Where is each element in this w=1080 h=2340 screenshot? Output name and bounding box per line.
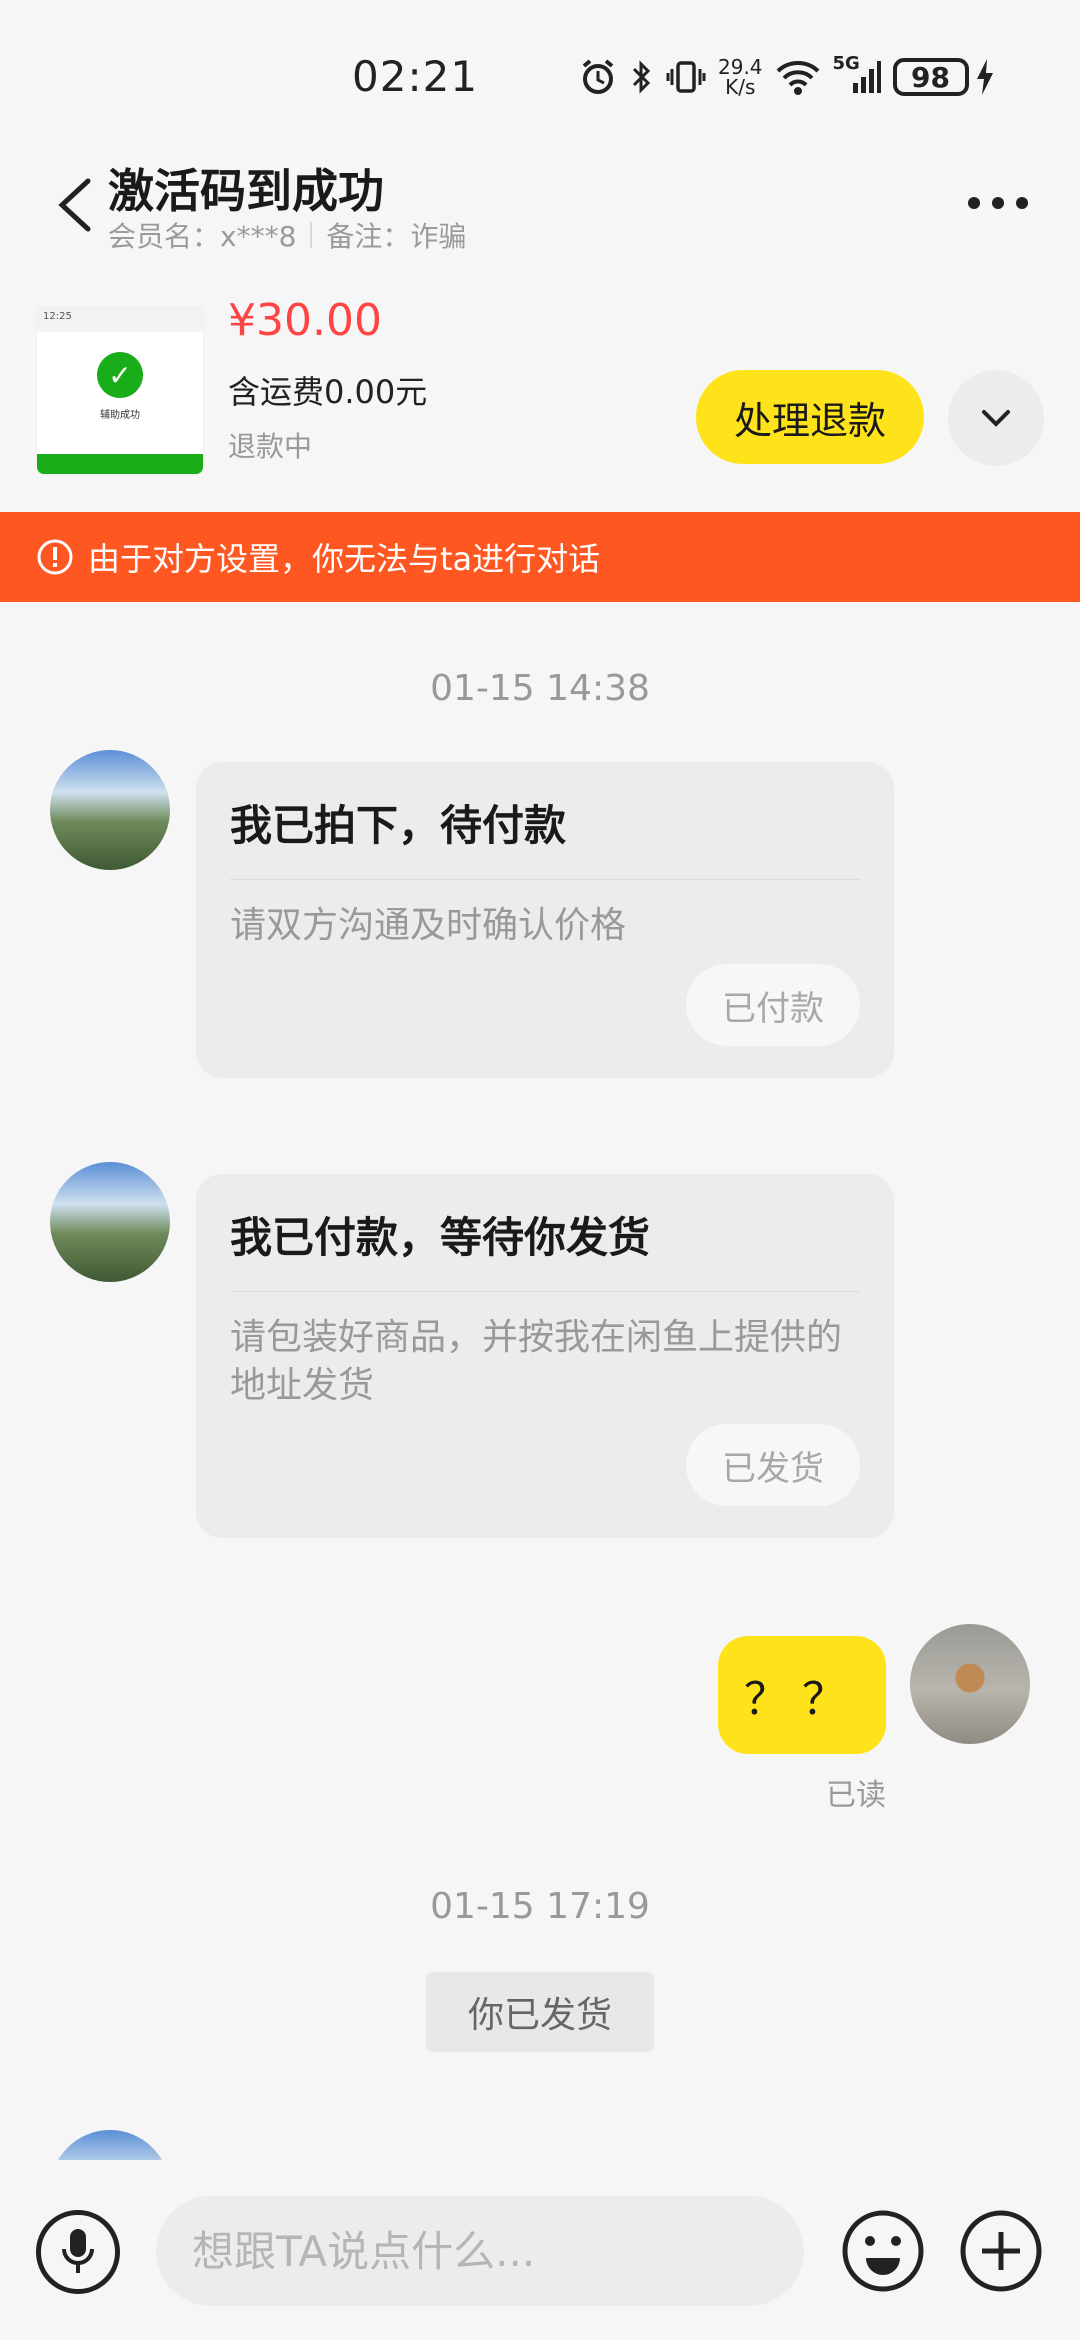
- charging-icon: [975, 57, 995, 97]
- emoji-button[interactable]: [840, 2208, 926, 2294]
- dot-icon: [968, 197, 980, 209]
- expand-button[interactable]: [948, 370, 1044, 466]
- dot-icon: [1016, 197, 1028, 209]
- check-icon: ✓: [97, 352, 143, 398]
- signal-label: 5G: [832, 53, 860, 74]
- battery-indicator: 98: [892, 58, 969, 96]
- system-message: 你已发货: [426, 1972, 654, 2052]
- product-summary: 12:25 ✓ 辅助成功 ¥30.00 含运费0.00元 退款中 处理退款: [0, 295, 1080, 495]
- emoji-icon: [842, 2210, 924, 2292]
- thumbnail-text: 辅助成功: [100, 410, 140, 421]
- avatar[interactable]: [50, 750, 170, 870]
- status-icons: 29.4 K/s 5G 98: [578, 52, 1007, 102]
- voice-button[interactable]: [36, 2210, 120, 2294]
- warning-icon: [37, 539, 73, 575]
- product-thumbnail[interactable]: 12:25 ✓ 辅助成功: [36, 307, 204, 475]
- status-time: 02:21: [352, 52, 479, 101]
- microphone-icon: [62, 2229, 94, 2273]
- chat-title: 激活码到成功: [108, 164, 384, 218]
- note-label: 备注：诈骗: [326, 220, 467, 253]
- read-status: 已读: [826, 1778, 886, 1813]
- message-input[interactable]: [156, 2196, 804, 2306]
- product-price: ¥30.00: [228, 295, 382, 346]
- thumbnail-top-bar: 12:25: [37, 308, 203, 332]
- member-name: 会员名：x***8: [108, 220, 297, 253]
- input-bar: [0, 2160, 1080, 2340]
- avatar[interactable]: [50, 1162, 170, 1282]
- chat-header: 激活码到成功 会员名：x***8 备注：诈骗: [0, 145, 1080, 265]
- avatar[interactable]: [910, 1624, 1030, 1744]
- add-button[interactable]: [958, 2208, 1044, 2294]
- card-divider: [230, 1291, 860, 1292]
- handle-refund-button[interactable]: 处理退款: [696, 370, 924, 464]
- net-speed-unit: K/s: [725, 75, 756, 99]
- warning-banner: 由于对方设置，你无法与ta进行对话: [0, 512, 1080, 602]
- thumbnail-bottom-bar: [37, 454, 203, 474]
- card-title: 我已拍下，待付款: [230, 801, 567, 850]
- more-options-button[interactable]: [968, 197, 1028, 209]
- net-speed: 29.4 K/s: [718, 57, 763, 97]
- banner-text: 由于对方设置，你无法与ta进行对话: [88, 540, 601, 578]
- shipped-button[interactable]: 已发货: [686, 1424, 860, 1506]
- chat-subtitle: 会员名：x***8 备注：诈骗: [108, 215, 466, 255]
- card-description: 请双方沟通及时确认价格: [230, 905, 627, 946]
- shipping-fee: 含运费0.00元: [228, 373, 428, 411]
- paid-button[interactable]: 已付款: [686, 964, 860, 1046]
- status-bar: 02:21 29.4 K/s 5G 98: [0, 0, 1080, 145]
- bluetooth-icon: [630, 57, 654, 97]
- my-message-bubble[interactable]: ？？: [718, 1636, 886, 1754]
- order-status: 退款中: [228, 430, 313, 463]
- back-button[interactable]: [50, 175, 100, 235]
- card-description: 请包装好商品，并按我在闲鱼上提供的地址发货: [230, 1317, 843, 1406]
- subtitle-divider: [310, 222, 313, 248]
- message-timestamp: 01-15 14:38: [430, 668, 650, 709]
- dot-icon: [992, 197, 1004, 209]
- plus-icon: [960, 2210, 1042, 2292]
- order-card[interactable]: 我已拍下，待付款 请双方沟通及时确认价格 已付款: [196, 762, 894, 1078]
- vibrate-icon: [666, 57, 706, 97]
- chevron-down-icon: [982, 410, 1010, 427]
- card-title: 我已付款，等待你发货: [230, 1213, 651, 1262]
- alarm-icon: [578, 57, 618, 97]
- order-card[interactable]: 我已付款，等待你发货 请包装好商品，并按我在闲鱼上提供的地址发货 已发货: [196, 1174, 894, 1538]
- back-arrow-icon: [58, 178, 91, 232]
- card-divider: [230, 879, 860, 880]
- signal-icon: 5G: [833, 53, 881, 97]
- message-timestamp: 01-15 17:19: [430, 1886, 650, 1927]
- net-speed-value: 29.4: [718, 55, 763, 79]
- wifi-icon: [775, 57, 821, 97]
